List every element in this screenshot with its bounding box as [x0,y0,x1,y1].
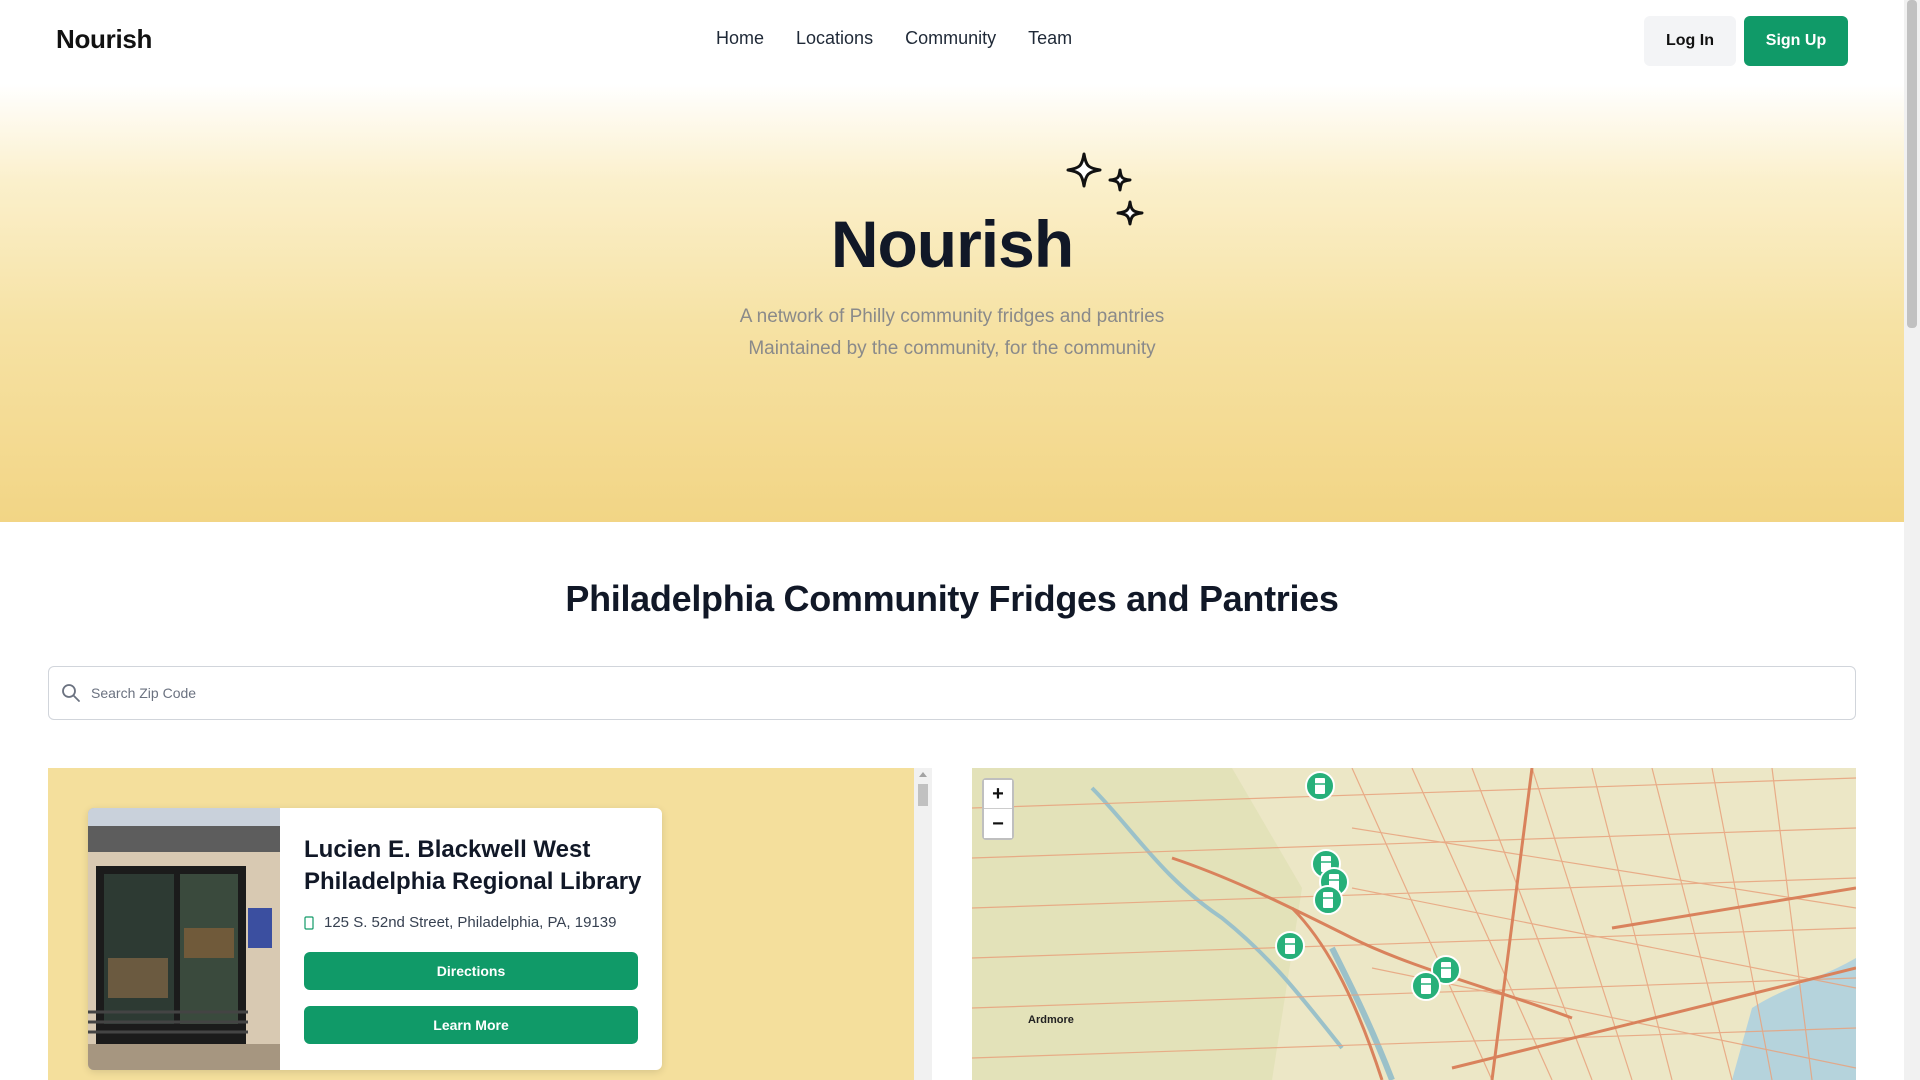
page-scrollbar[interactable] [1904,0,1920,1080]
search-bar [48,666,1856,720]
directions-button[interactable]: Directions [304,952,638,990]
sparkles-icon [1066,152,1144,226]
nav-links: Home Locations Community Team [716,28,1072,49]
location-photo [88,808,280,1070]
map-place-label: Ardmore [1028,1014,1074,1026]
hero-subtitle-line2: Maintained by the community, for the com… [748,338,1156,359]
location-address-row: 125 S. 52nd Street, Philadelphia, PA, 19… [304,914,616,931]
top-nav: Nourish Home Locations Community Team Lo… [0,0,1904,84]
location-name: Lucien E. Blackwell West Philadelphia Re… [304,836,642,895]
fridge-map[interactable]: + − Ardmore [972,768,1856,1080]
nav-link-community[interactable]: Community [905,28,996,49]
location-address: 125 S. 52nd Street, Philadelphia, PA, 19… [324,914,617,931]
signup-button[interactable]: Sign Up [1744,16,1848,66]
location-card: Lucien E. Blackwell West Philadelphia Re… [88,808,662,1070]
search-icon [62,684,80,702]
search-zip-input[interactable] [91,685,1791,701]
hero-title: Nourish [830,207,1074,281]
zoom-out-button[interactable]: − [984,809,1012,838]
brand-logo[interactable]: Nourish [56,24,152,55]
nav-link-team[interactable]: Team [1028,28,1072,49]
zoom-in-button[interactable]: + [984,780,1012,809]
page-scroll-thumb[interactable] [1907,0,1917,328]
list-scroll-thumb[interactable] [918,784,928,806]
nav-link-home[interactable]: Home [716,28,764,49]
section-title: Philadelphia Community Fridges and Pantr… [565,578,1339,619]
login-button[interactable]: Log In [1644,16,1736,66]
hero-subtitle-line1: A network of Philly community fridges an… [739,306,1165,327]
hero-banner: Nourish A network of Philly community fr… [0,84,1904,522]
nav-link-locations[interactable]: Locations [796,28,873,49]
map-zoom-control: + − [982,778,1014,840]
list-scrollbar[interactable] [914,768,932,1080]
location-pin-icon [304,915,314,930]
scroll-up-arrow-icon[interactable] [919,772,927,777]
map-tiles[interactable] [972,768,1856,1080]
location-list: Lucien E. Blackwell West Philadelphia Re… [48,768,932,1080]
learn-more-button[interactable]: Learn More [304,1006,638,1044]
